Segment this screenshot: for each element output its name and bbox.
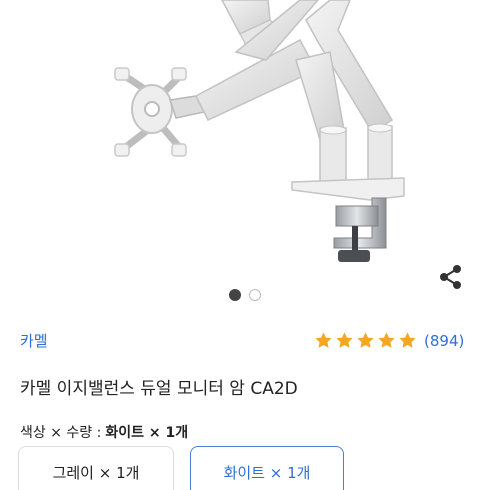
gallery-dot[interactable] [249, 289, 261, 301]
review-count: (894) [424, 331, 465, 350]
selected-option-summary: 색상 × 수량 : 화이트 × 1개 [20, 422, 188, 442]
product-image[interactable] [0, 0, 490, 289]
rating-summary[interactable]: (894) [314, 331, 464, 350]
star-icon [357, 332, 374, 348]
option-gray[interactable]: 그레이 × 1개 [18, 446, 174, 490]
gallery-pagination [229, 289, 261, 301]
option-white-label: 화이트 × 1개 [223, 464, 311, 482]
star-icon [336, 332, 353, 348]
monitor-arm-illustration [114, 0, 405, 262]
rating-stars [314, 331, 417, 350]
option-gray-label: 그레이 × 1개 [52, 464, 140, 482]
share-icon[interactable] [436, 262, 466, 292]
gallery-dot-active[interactable] [229, 289, 241, 301]
star-icon [378, 332, 395, 348]
option-white-selected[interactable]: 화이트 × 1개 [190, 446, 344, 490]
selection-label: 색상 × 수량 : [20, 425, 102, 441]
brand-link[interactable]: 카멜 [20, 330, 48, 351]
star-icon [399, 332, 416, 348]
product-title: 카멜 이지밸런스 듀얼 모니터 암 CA2D [20, 379, 298, 399]
star-icon [315, 332, 332, 348]
selection-value: 화이트 × 1개 [105, 425, 189, 441]
